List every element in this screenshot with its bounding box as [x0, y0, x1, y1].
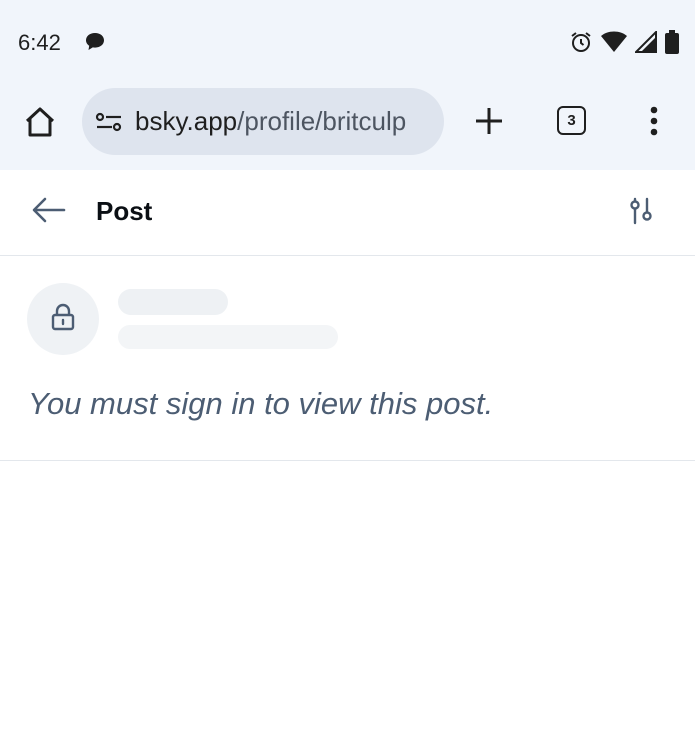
chat-bubble-icon [84, 31, 106, 58]
thread-settings-button[interactable] [624, 196, 658, 230]
home-button[interactable] [22, 106, 58, 142]
back-arrow-icon [32, 197, 66, 228]
site-settings-icon[interactable] [95, 108, 123, 136]
browser-toolbar: bsky.app/profile/britculp 3 [0, 86, 695, 171]
avatar-placeholder [27, 283, 99, 355]
home-icon [23, 105, 57, 144]
more-vert-icon [650, 106, 658, 141]
page-header: Post [0, 170, 695, 256]
name-skeleton [118, 289, 228, 315]
status-time: 6:42 [18, 30, 61, 55]
sliders-icon [627, 197, 655, 230]
post-card: You must sign in to view this post. [0, 256, 695, 461]
sign-in-notice: You must sign in to view this post. [28, 386, 494, 421]
address-bar[interactable]: bsky.app/profile/britculp [82, 88, 444, 155]
browser-menu-button[interactable] [640, 104, 668, 142]
wifi-icon [601, 31, 627, 58]
handle-skeleton [118, 325, 338, 349]
status-icons [569, 29, 679, 59]
url-path: /profile/britculp [237, 106, 407, 136]
page-title: Post [96, 196, 153, 226]
status-bar: 6:42 [0, 0, 695, 86]
alarm-icon [569, 30, 593, 59]
tab-count: 3 [567, 112, 576, 129]
plus-icon [474, 106, 504, 141]
url-host: bsky.app [135, 106, 238, 136]
url-text: bsky.app/profile/britculp [135, 106, 406, 137]
new-tab-button[interactable] [470, 104, 508, 142]
signal-icon [633, 29, 657, 58]
tab-switcher-button[interactable]: 3 [557, 106, 586, 135]
battery-icon [665, 30, 679, 59]
lock-icon [50, 303, 76, 336]
back-button[interactable] [30, 196, 68, 228]
